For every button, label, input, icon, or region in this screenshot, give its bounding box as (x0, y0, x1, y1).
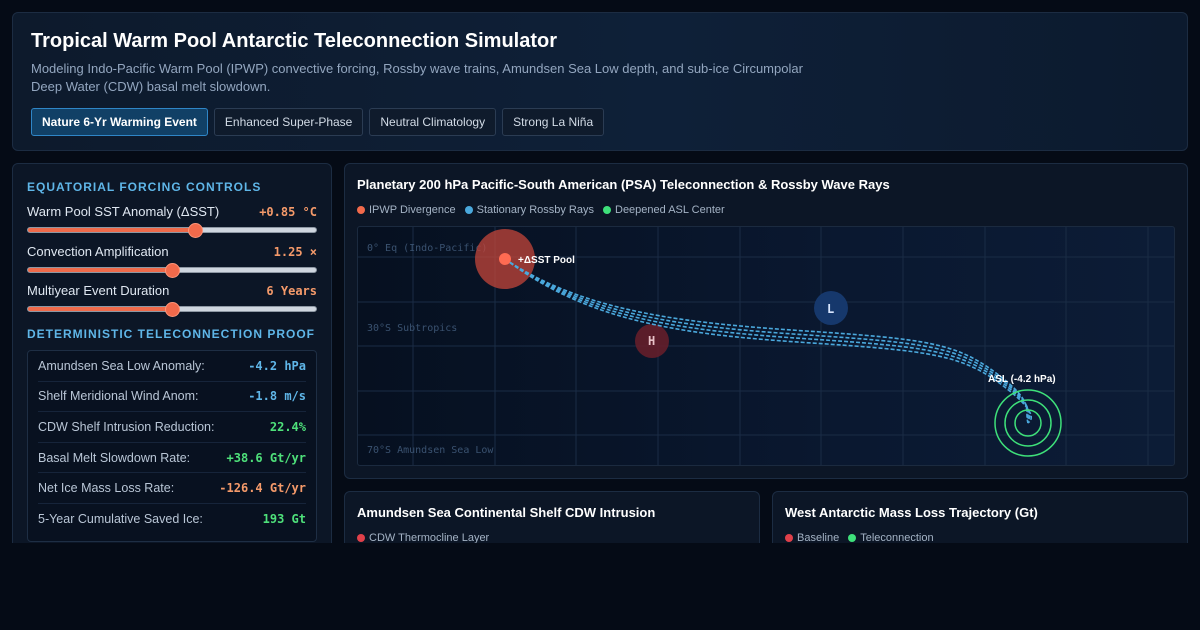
legend-label: Deepened ASL Center (615, 204, 725, 216)
page-title: Tropical Warm Pool Antarctic Teleconnect… (31, 30, 558, 52)
sst-anomaly-slider-thumb[interactable] (188, 223, 204, 238)
proof-value: -1.8 m/s (248, 389, 306, 404)
proof-label: Basal Melt Slowdown Rate: (38, 450, 191, 465)
convection-value: 1.25 × (273, 245, 317, 259)
teleconnection-map-svg: 0° Eq (Indo-Pacific) 30°S Subtropics 70°… (358, 227, 1174, 465)
legend-dot-icon (464, 206, 473, 214)
teleconnection-proof-list: Amundsen Sea Low Anomaly: -4.2 hPa Shelf… (27, 350, 317, 542)
duration-value: 6 Years (266, 284, 317, 298)
proof-value: 193 Gt (262, 512, 306, 527)
high-label: H (648, 334, 655, 348)
cdw-card-title: Amundsen Sea Continental Shelf CDW Intru… (357, 505, 656, 520)
legend-label: Stationary Rossby Rays (476, 204, 594, 216)
forcing-controls-title: EQUATORIAL FORCING CONTROLS (27, 180, 262, 194)
legend-dot-icon (603, 206, 611, 214)
proof-value: 22.4% (269, 419, 306, 434)
proof-label: Shelf Meridional Wind Anom: (38, 389, 199, 404)
rossby-ray (504, 258, 1030, 424)
proof-label: Net Ice Mass Loss Rate: (38, 481, 175, 496)
sst-anomaly-value: +0.85 °C (259, 205, 317, 219)
teleconnection-proof-title: DETERMINISTIC TELECONNECTION PROOF (27, 327, 316, 341)
teleconnection-map[interactable]: 0° Eq (Indo-Pacific) 30°S Subtropics 70°… (357, 226, 1175, 466)
legend-dot-icon (848, 534, 857, 542)
ipwp-marker[interactable] (499, 253, 511, 265)
tab-strong-la-nina[interactable]: Strong La Niña (502, 108, 605, 136)
map-legend: IPWP Divergence Stationary Rossby Rays D… (357, 204, 725, 216)
convection-slider[interactable] (27, 263, 317, 278)
convection-slider-thumb[interactable] (165, 263, 180, 278)
convection-label: Convection Amplification (27, 244, 169, 259)
rossby-ray (504, 258, 1031, 424)
sst-anomaly-slider[interactable] (27, 223, 317, 238)
tab-neutral-climatology[interactable]: Neutral Climatology (369, 108, 497, 136)
legend-dot-icon (357, 534, 365, 542)
proof-row: Net Ice Mass Loss Rate: -126.4 Gt/yr (38, 473, 306, 504)
lat-label-subtropics: 30°S Subtropics (367, 323, 457, 334)
legend-asl-center: Deepened ASL Center (603, 204, 725, 216)
rossby-ray (504, 258, 1029, 424)
proof-label: Amundsen Sea Low Anomaly: (38, 358, 205, 373)
page-subtitle: Modeling Indo-Pacific Warm Pool (IPWP) c… (31, 61, 803, 94)
duration-label: Multiyear Event Duration (27, 283, 170, 298)
header-panel: Tropical Warm Pool Antarctic Teleconnect… (12, 12, 1188, 151)
lat-label-equator: 0° Eq (Indo-Pacific) (367, 243, 487, 254)
tab-nature-6yr-warming-event[interactable]: Nature 6-Yr Warming Event (31, 108, 208, 136)
map-card-title: Planetary 200 hPa Pacific-South American… (357, 177, 890, 192)
proof-label: CDW Shelf Intrusion Reduction: (38, 419, 215, 434)
proof-row: 5-Year Cumulative Saved Ice: 193 Gt (38, 504, 306, 535)
proof-row: Shelf Meridional Wind Anom: -1.8 m/s (38, 382, 306, 413)
proof-label: 5-Year Cumulative Saved Ice: (38, 512, 203, 527)
proof-value: -4.2 hPa (248, 358, 306, 373)
viewport-bottom-area (0, 543, 1200, 630)
duration-slider-fill (28, 307, 172, 311)
duration-slider[interactable] (27, 302, 317, 317)
legend-label: IPWP Divergence (369, 204, 456, 216)
asl-label: ASL (-4.2 hPa) (988, 374, 1056, 385)
proof-value: -126.4 Gt/yr (219, 481, 306, 496)
proof-row: Amundsen Sea Low Anomaly: -4.2 hPa (38, 351, 306, 382)
proof-value: +38.6 Gt/yr (226, 450, 306, 465)
sst-anomaly-label: Warm Pool SST Anomaly (ΔSST) (27, 204, 220, 219)
convection-slider-fill (28, 268, 172, 272)
proof-row: Basal Melt Slowdown Rate: +38.6 Gt/yr (38, 443, 306, 474)
pool-label: +ΔSST Pool (518, 255, 575, 266)
legend-rossby-rays: Stationary Rossby Rays (464, 204, 594, 216)
sst-anomaly-slider-fill (28, 228, 196, 232)
teleconnection-map-card: Planetary 200 hPa Pacific-South American… (344, 163, 1188, 479)
legend-ipwp-divergence: IPWP Divergence (357, 204, 456, 216)
rossby-ray (504, 258, 1032, 424)
legend-dot-icon (785, 534, 793, 542)
controls-panel: EQUATORIAL FORCING CONTROLS Warm Pool SS… (12, 163, 332, 563)
low-label: L (827, 302, 834, 316)
latitude-labels: 0° Eq (Indo-Pacific) 30°S Subtropics 70°… (367, 243, 494, 456)
mass-card-title: West Antarctic Mass Loss Trajectory (Gt) (785, 505, 1038, 520)
rossby-wave-rays (504, 258, 1032, 424)
scenario-tabs: Nature 6-Yr Warming Event Enhanced Super… (31, 108, 605, 136)
proof-row: CDW Shelf Intrusion Reduction: 22.4% (38, 412, 306, 443)
tab-enhanced-super-phase[interactable]: Enhanced Super-Phase (213, 108, 364, 136)
lat-label-amundsen: 70°S Amundsen Sea Low (367, 445, 494, 456)
duration-slider-thumb[interactable] (165, 302, 180, 317)
legend-dot-icon (357, 206, 365, 214)
